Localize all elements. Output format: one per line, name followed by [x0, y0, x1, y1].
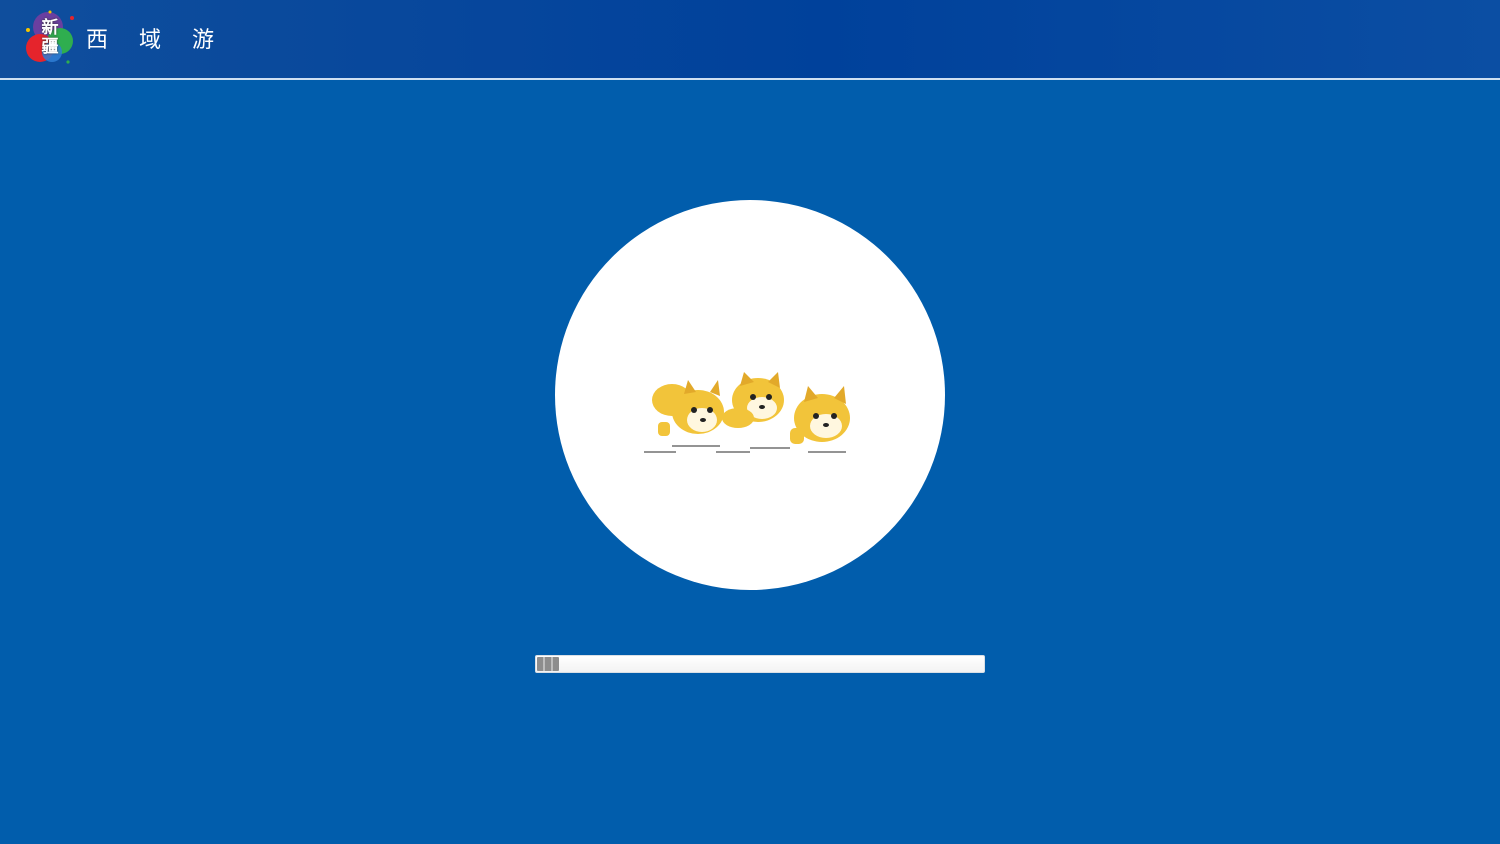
progress-fill	[537, 657, 560, 671]
app-header: 新 疆 西 域 游	[0, 0, 1500, 80]
loading-progress-bar	[535, 655, 985, 673]
running-doge-icon	[644, 372, 850, 453]
logo-char-top: 新	[41, 18, 59, 38]
xinjiang-logo: 新 疆	[22, 10, 78, 66]
loading-circle	[555, 200, 945, 590]
app-title: 西 域 游	[86, 28, 226, 53]
logo-char-bottom: 疆	[41, 37, 59, 57]
